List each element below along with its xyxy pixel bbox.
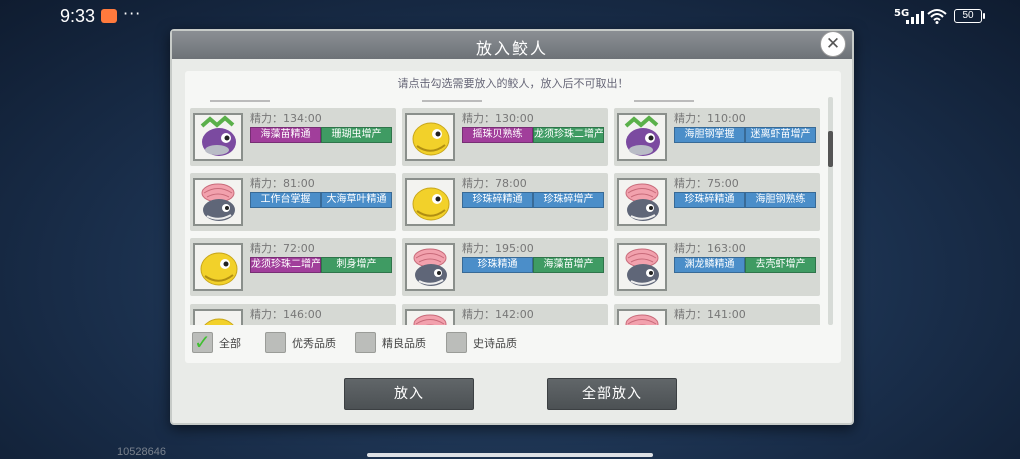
home-gesture-bar[interactable]	[367, 453, 653, 457]
stamina-text: 精力：146:00	[250, 308, 322, 321]
hint-text: 请点击勾选需要放入的鲛人，放入后不可取出！	[397, 77, 629, 90]
stamina-text: 精力：142:00	[462, 308, 534, 321]
merfolk-avatar	[617, 113, 667, 161]
merfolk-avatar	[193, 113, 243, 161]
merfolk-portrait-purple	[200, 115, 236, 156]
filter-label: 精良品质	[382, 337, 426, 350]
filter-label: 全部	[219, 337, 241, 350]
wifi-icon	[927, 9, 947, 24]
merfolk-card[interactable]: 精力：134:00 海藻苗精通 珊瑚虫增产	[190, 108, 396, 166]
merfolk-avatar	[405, 178, 455, 226]
scrollbar-thumb[interactable]	[828, 131, 833, 167]
skill-tag: 龙须珍珠二增产	[250, 257, 321, 273]
signal-icon	[906, 10, 926, 24]
merfolk-card[interactable]: 精力：146:00	[190, 304, 396, 325]
merfolk-portrait-pink	[201, 183, 235, 221]
more-dots-icon: ···	[123, 4, 142, 23]
dialog-title: 放入鲛人	[475, 39, 548, 58]
skill-tag: 海藻苗增产	[533, 257, 604, 273]
merfolk-portrait-yellow	[204, 318, 234, 325]
skill-tag: 珊瑚虫增产	[321, 127, 392, 143]
skill-tag: 海藻苗精通	[250, 127, 321, 143]
skill-tag: 大海草叶精通	[321, 192, 392, 208]
merfolk-avatar	[193, 178, 243, 226]
list-item-peek	[210, 95, 270, 102]
stamina-text: 精力：78:00	[462, 177, 527, 190]
list-item-peek	[422, 95, 482, 102]
stamina-text: 精力：81:00	[250, 177, 315, 190]
merfolk-avatar	[617, 243, 667, 291]
merfolk-card[interactable]: 精力：78:00 珍珠碎精通 珍珠碎增产	[402, 173, 608, 231]
merfolk-avatar	[405, 113, 455, 161]
merfolk-card[interactable]: 精力：163:00 渊龙鳞精通 去壳虾增产	[614, 238, 820, 296]
checkbox[interactable]: ✓	[192, 332, 213, 353]
merfolk-avatar	[193, 309, 243, 325]
clock: 9:33	[60, 6, 96, 26]
checkbox[interactable]	[265, 332, 286, 353]
merfolk-portrait-yellow	[412, 187, 450, 221]
battery-icon: 50	[954, 9, 985, 23]
merfolk-avatar	[617, 178, 667, 226]
stamina-text: 精力：130:00	[462, 112, 534, 125]
stamina-text: 精力：141:00	[674, 308, 746, 321]
selection-panel: 请点击勾选需要放入的鲛人，放入后不可取出！ 精力：134:00 海藻苗精通 珊瑚虫增…	[185, 71, 841, 363]
merfolk-portrait-pink	[625, 314, 659, 325]
skill-tag: 渊龙鳞精通	[674, 257, 745, 273]
merfolk-portrait-pink	[413, 314, 447, 325]
skill-tag: 迷离虾苗增产	[745, 127, 816, 143]
stamina-text: 精力：72:00	[250, 242, 315, 255]
merfolk-portrait-pink	[625, 183, 659, 221]
checkmark-icon: ✓	[194, 330, 211, 354]
skill-tag: 珍珠碎精通	[674, 192, 745, 208]
skill-tag: 刺身增产	[321, 257, 392, 273]
skill-tag: 摇珠贝熟练	[462, 127, 533, 143]
background-score: 10528646	[117, 446, 166, 458]
skill-tag: 海胆钢掌握	[674, 127, 745, 143]
skill-tag: 珍珠碎增产	[533, 192, 604, 208]
merfolk-card[interactable]: 精力：195:00 珍珠精通 海藻苗增产	[402, 238, 608, 296]
merfolk-list[interactable]: 精力：134:00 海藻苗精通 珊瑚虫增产 精力：130:00 摇珠贝熟练 龙须珍珠二增产…	[190, 95, 827, 325]
merfolk-card[interactable]: 精力：141:00	[614, 304, 820, 325]
stamina-text: 精力：163:00	[674, 242, 746, 255]
skill-tag: 海胆钢熟练	[745, 192, 816, 208]
skill-tag: 珍珠精通	[462, 257, 533, 273]
skill-tag: 龙须珍珠二增产	[533, 127, 604, 143]
skill-tag: 工作台掌握	[250, 192, 321, 208]
dialog-header: 放入鲛人 ✕	[172, 31, 852, 59]
merfolk-card[interactable]: 精力：81:00 工作台掌握 大海草叶精通	[190, 173, 396, 231]
stamina-text: 精力：134:00	[250, 112, 322, 125]
checkbox[interactable]	[355, 332, 376, 353]
merfolk-avatar	[617, 309, 667, 325]
merfolk-card[interactable]: 精力：142:00	[402, 304, 608, 325]
merfolk-card[interactable]: 精力：130:00 摇珠贝熟练 龙须珍珠二增产	[402, 108, 608, 166]
merfolk-avatar	[193, 243, 243, 291]
list-item-peek	[634, 95, 694, 102]
stamina-text: 精力：75:00	[674, 177, 739, 190]
skill-tag: 去壳虾增产	[745, 257, 816, 273]
merfolk-card[interactable]: 精力：75:00 珍珠碎精通 海胆钢熟练	[614, 173, 820, 231]
merfolk-portrait-purple	[624, 115, 660, 156]
stamina-text: 精力：195:00	[462, 242, 534, 255]
merfolk-card[interactable]: 精力：110:00 海胆钢掌握 迷离虾苗增产	[614, 108, 820, 166]
place-merfolk-dialog: 放入鲛人 ✕ 请点击勾选需要放入的鲛人，放入后不可取出！ 精力：134:00 海藻…	[170, 29, 854, 425]
checkbox[interactable]	[446, 332, 467, 353]
merfolk-avatar	[405, 309, 455, 325]
merfolk-portrait-pink	[413, 248, 447, 286]
filter-label: 优秀品质	[292, 337, 336, 350]
close-icon[interactable]: ✕	[820, 31, 846, 57]
notification-app-icon	[101, 9, 117, 23]
merfolk-portrait-yellow	[200, 252, 238, 286]
place-button[interactable]: 放入	[344, 378, 474, 410]
merfolk-avatar	[405, 243, 455, 291]
merfolk-portrait-pink	[625, 248, 659, 286]
place-all-button[interactable]: 全部放入	[547, 378, 677, 410]
stamina-text: 精力：110:00	[674, 112, 746, 125]
skill-tag: 珍珠碎精通	[462, 192, 533, 208]
filter-label: 史诗品质	[473, 337, 517, 350]
merfolk-portrait-yellow	[412, 122, 450, 156]
merfolk-card[interactable]: 精力：72:00 龙须珍珠二增产 刺身增产	[190, 238, 396, 296]
quality-filters: ✓ 全部 优秀品质 精良品质 史诗品质	[185, 329, 841, 359]
